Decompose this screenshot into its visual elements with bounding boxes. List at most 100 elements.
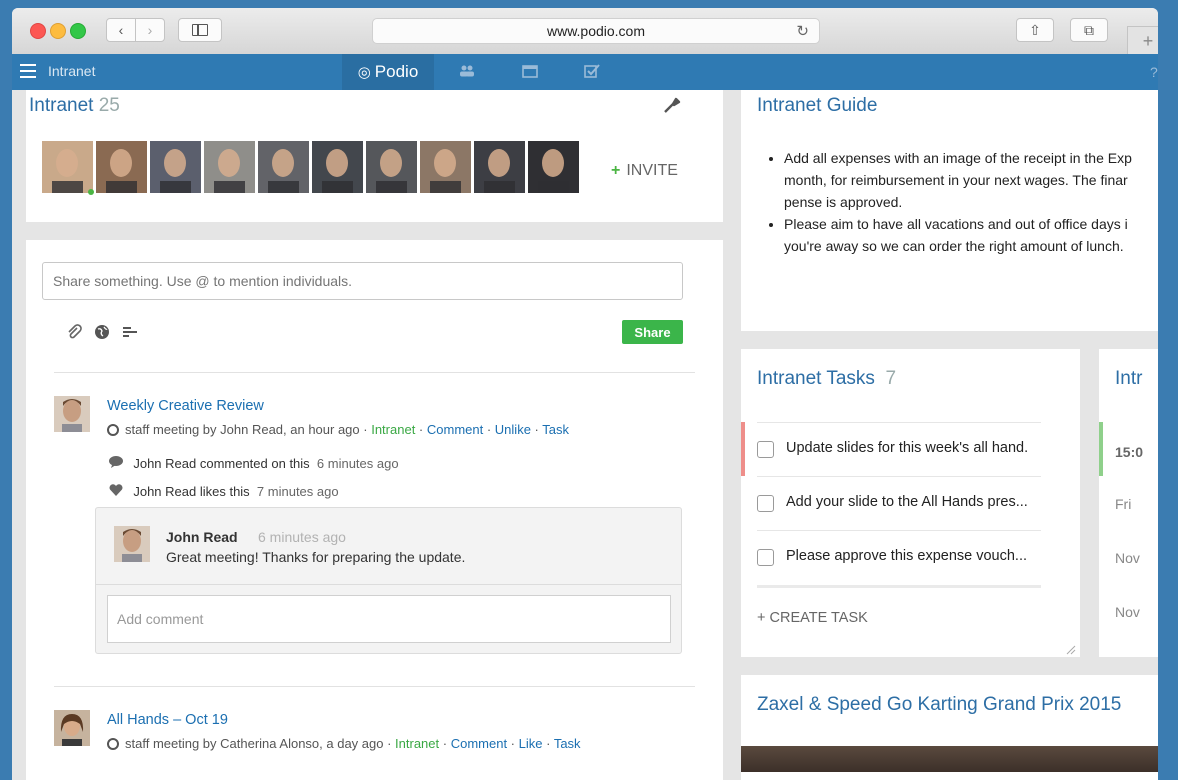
tasks-title[interactable]: Intranet Tasks 7 bbox=[757, 368, 896, 390]
create-task-button[interactable]: + CREATE TASK bbox=[757, 610, 868, 626]
member-avatar[interactable] bbox=[366, 141, 417, 193]
member-avatar[interactable] bbox=[258, 141, 309, 193]
member-avatar[interactable] bbox=[528, 141, 579, 193]
task-checkbox[interactable] bbox=[757, 441, 774, 458]
share-page-button[interactable]: ⇧ bbox=[1016, 18, 1054, 42]
invite-button[interactable]: + INVITE bbox=[611, 162, 678, 180]
member-avatar[interactable] bbox=[204, 141, 255, 193]
clock-icon bbox=[107, 738, 119, 750]
resize-handle-icon[interactable] bbox=[1066, 642, 1076, 655]
forward-button[interactable]: › bbox=[135, 18, 165, 42]
post-title[interactable]: All Hands – Oct 19 bbox=[107, 712, 228, 728]
event-marker bbox=[1099, 422, 1103, 476]
attachment-icon[interactable] bbox=[66, 324, 82, 344]
share-input[interactable] bbox=[42, 262, 683, 300]
task-checkbox[interactable] bbox=[757, 495, 774, 512]
globe-icon[interactable] bbox=[94, 324, 110, 344]
activity-item: John Read likes this 7 minutes ago bbox=[109, 484, 339, 499]
task-label[interactable]: Please approve this expense vouch... bbox=[786, 548, 1027, 564]
event-month: Nov bbox=[1115, 550, 1140, 566]
share-icon: ⇧ bbox=[1029, 21, 1041, 38]
browser-toolbar: ‹ › www.podio.com ↻ ⇧ ⧉ + bbox=[12, 8, 1158, 56]
new-tab-button[interactable]: + bbox=[1127, 26, 1158, 56]
karting-image bbox=[741, 746, 1158, 772]
member-avatar[interactable] bbox=[474, 141, 525, 193]
task-item[interactable]: Please approve this expense vouch... bbox=[757, 530, 1041, 588]
add-comment-input[interactable]: Add comment bbox=[107, 595, 671, 643]
member-avatar[interactable] bbox=[96, 141, 147, 193]
minimize-window-button[interactable] bbox=[50, 23, 66, 39]
divider bbox=[54, 686, 695, 687]
contacts-icon[interactable] bbox=[459, 64, 475, 80]
online-status-dot bbox=[88, 189, 94, 195]
post-workspace-link[interactable]: Intranet bbox=[371, 422, 415, 437]
calendar-title[interactable]: Intr bbox=[1115, 368, 1142, 390]
comment-text: Great meeting! Thanks for preparing the … bbox=[166, 549, 466, 565]
zoom-window-button[interactable] bbox=[70, 23, 86, 39]
chevron-right-icon: › bbox=[147, 22, 153, 38]
back-button[interactable]: ‹ bbox=[106, 18, 136, 42]
tasks-icon[interactable] bbox=[584, 64, 600, 81]
comment-author[interactable]: John Read bbox=[166, 529, 238, 545]
share-button[interactable]: Share bbox=[622, 320, 683, 344]
avatar[interactable] bbox=[114, 526, 150, 562]
karting-title[interactable]: Zaxel & Speed Go Karting Grand Prix 2015 bbox=[757, 694, 1121, 716]
heart-icon bbox=[109, 484, 126, 499]
member-count: 25 bbox=[98, 95, 120, 116]
post-meta: staff meeting by John Read, an hour ago … bbox=[107, 422, 569, 437]
comment-link[interactable]: Comment bbox=[427, 422, 483, 437]
unlike-link[interactable]: Unlike bbox=[495, 422, 531, 437]
task-label[interactable]: Add your slide to the All Hands pres... bbox=[786, 494, 1028, 510]
podio-logo-text: Podio bbox=[374, 62, 419, 81]
post-title[interactable]: Weekly Creative Review bbox=[107, 398, 264, 414]
avatar[interactable] bbox=[54, 710, 90, 746]
plus-icon: + bbox=[611, 162, 621, 179]
clock-icon bbox=[107, 424, 119, 436]
tabs-icon: ⧉ bbox=[1084, 21, 1094, 38]
task-item[interactable]: Update slides for this week's all hand. bbox=[757, 422, 1041, 477]
tabs-overview-button[interactable]: ⧉ bbox=[1070, 18, 1108, 42]
member-avatars bbox=[42, 141, 582, 195]
comment-time: 6 minutes ago bbox=[258, 529, 346, 545]
workspace-title[interactable]: Intranet 25 bbox=[29, 95, 120, 117]
reload-icon[interactable]: ↻ bbox=[796, 22, 809, 40]
task-count: 7 bbox=[885, 368, 897, 389]
avatar[interactable] bbox=[54, 396, 90, 432]
comment-bubble-icon bbox=[109, 456, 126, 471]
close-window-button[interactable] bbox=[30, 23, 46, 39]
event-day: Fri bbox=[1115, 496, 1132, 512]
member-avatar[interactable] bbox=[42, 141, 94, 195]
post-workspace-link[interactable]: Intranet bbox=[395, 736, 439, 751]
wrench-icon[interactable] bbox=[663, 96, 681, 119]
activity-time: 6 minutes ago bbox=[316, 456, 399, 471]
task-item[interactable]: Add your slide to the All Hands pres... bbox=[757, 476, 1041, 531]
task-checkbox[interactable] bbox=[757, 549, 774, 566]
address-bar[interactable]: www.podio.com ↻ bbox=[372, 18, 820, 44]
podio-navbar: Intranet ◎ Podio ? bbox=[12, 54, 1158, 90]
comment-thread: John Read 6 minutes ago Great meeting! T… bbox=[95, 507, 682, 654]
comment-link[interactable]: Comment bbox=[451, 736, 507, 751]
text-format-icon[interactable] bbox=[122, 324, 138, 344]
sidebar-toggle-button[interactable] bbox=[178, 18, 222, 42]
post-meta-text: staff meeting by John Read, an hour ago bbox=[125, 422, 360, 437]
guide-title[interactable]: Intranet Guide bbox=[757, 95, 877, 117]
menu-icon[interactable] bbox=[20, 64, 36, 82]
tasks-title-text: Intranet Tasks bbox=[757, 368, 875, 389]
nav-workspace-title[interactable]: Intranet bbox=[48, 63, 95, 79]
member-avatar[interactable] bbox=[420, 141, 471, 193]
like-link[interactable]: Like bbox=[519, 736, 543, 751]
divider bbox=[54, 372, 695, 373]
event-time: 15:0 bbox=[1115, 444, 1144, 460]
task-label[interactable]: Update slides for this week's all hand. bbox=[786, 440, 1028, 456]
activity-time: 7 minutes ago bbox=[256, 484, 339, 499]
member-avatar[interactable] bbox=[150, 141, 201, 193]
member-avatar[interactable] bbox=[312, 141, 363, 193]
activity-text: John Read commented on this bbox=[133, 456, 310, 471]
help-icon[interactable]: ? bbox=[1150, 64, 1158, 80]
calendar-icon[interactable] bbox=[522, 64, 538, 81]
podio-logo[interactable]: ◎ Podio bbox=[342, 54, 434, 90]
divider bbox=[96, 584, 681, 585]
post-meta-text: staff meeting by Catherina Alonso, a day… bbox=[125, 736, 384, 751]
task-link[interactable]: Task bbox=[554, 736, 581, 751]
task-link[interactable]: Task bbox=[542, 422, 569, 437]
